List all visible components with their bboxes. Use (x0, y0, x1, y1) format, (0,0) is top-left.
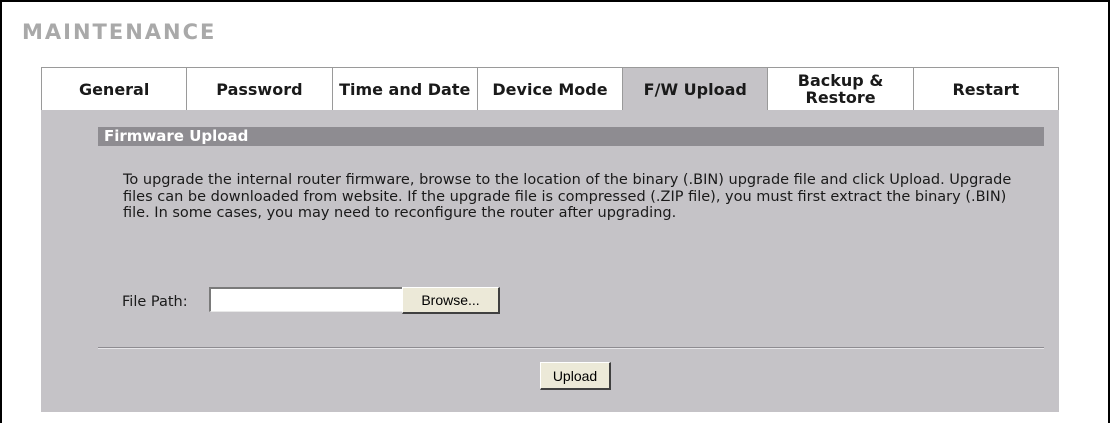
tab-backup-restore[interactable]: Backup & Restore (768, 67, 914, 110)
file-path-label: File Path: (122, 294, 188, 310)
divider (98, 347, 1044, 349)
tab-restart[interactable]: Restart (913, 67, 1059, 110)
tab-bar: General Password Time and Date Device Mo… (41, 67, 1059, 110)
upload-button[interactable]: Upload (540, 362, 611, 390)
tab-password[interactable]: Password (187, 67, 333, 110)
tab-fw-upload[interactable]: F/W Upload (623, 67, 769, 110)
description-text: To upgrade the internal router firmware,… (123, 172, 1012, 221)
section-header: Firmware Upload (98, 127, 1044, 146)
tab-device-mode[interactable]: Device Mode (477, 67, 624, 110)
page-frame: MAINTENANCE General Password Time and Da… (0, 0, 1110, 423)
page-title: MAINTENANCE (22, 20, 217, 44)
firmware-upload-panel: Firmware Upload To upgrade the internal … (41, 110, 1059, 412)
browse-button[interactable]: Browse... (402, 287, 500, 314)
tab-time-and-date[interactable]: Time and Date (332, 67, 478, 110)
tab-general[interactable]: General (41, 67, 188, 110)
